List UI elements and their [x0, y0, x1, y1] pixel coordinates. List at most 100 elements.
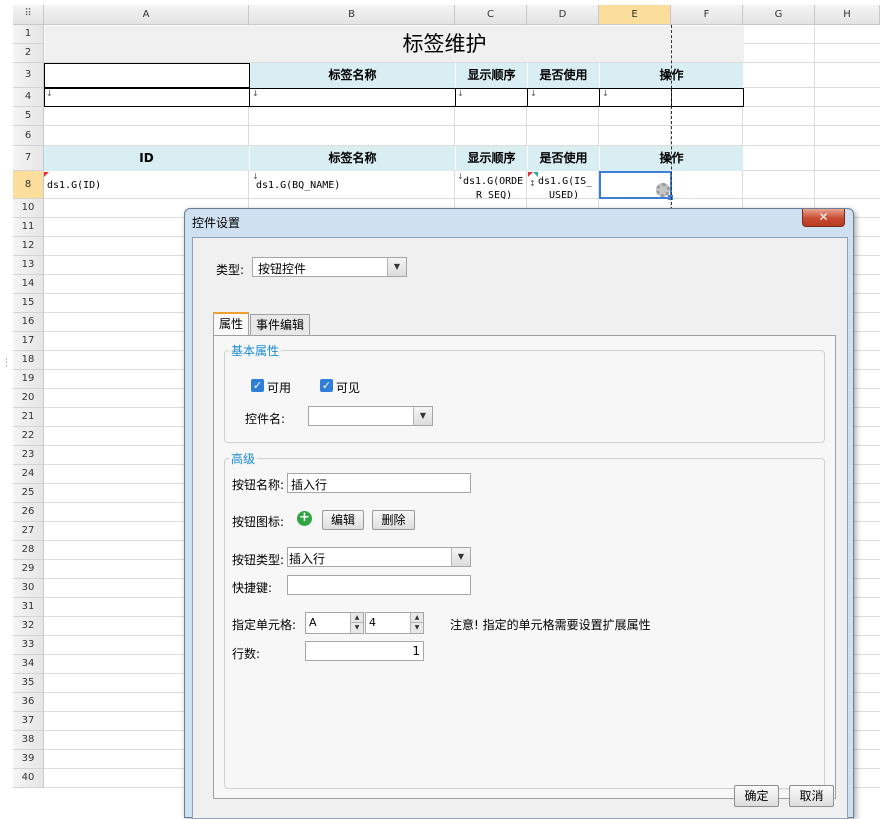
row-header-23[interactable]: 23	[13, 446, 44, 465]
button-type-select[interactable]: 插入行 ▼	[287, 547, 471, 567]
button-name-label: 按钮名称:	[232, 478, 285, 492]
row-header-33[interactable]: 33	[13, 636, 44, 655]
header-id-2[interactable]: ID	[44, 146, 249, 171]
header-order-seq-1[interactable]: 显示顺序	[456, 63, 527, 88]
row-header-1[interactable]: 1	[13, 25, 44, 44]
row-header-29[interactable]: 29	[13, 560, 44, 579]
spinner-down-icon[interactable]: ▼	[410, 623, 423, 633]
row-header-2[interactable]: 2	[13, 44, 44, 63]
row-header-40[interactable]: 40	[13, 769, 44, 788]
row-header-4[interactable]: 4	[13, 88, 44, 107]
row-header-39[interactable]: 39	[13, 750, 44, 769]
add-icon[interactable]: +	[297, 511, 312, 526]
row-header-7[interactable]: 7	[13, 146, 44, 171]
row-header-17[interactable]: 17	[13, 332, 44, 351]
row-header-16[interactable]: 16	[13, 313, 44, 332]
header-order-seq-2[interactable]: 显示顺序	[456, 146, 527, 171]
row-header-13[interactable]: 13	[13, 256, 44, 275]
select-all-corner[interactable]: ⠿	[13, 5, 44, 25]
row-header-25[interactable]: 25	[13, 484, 44, 503]
dialog-body: 类型: 按钮控件 ▼ 属性 事件编辑 基本属性 ✓ 可用 ✓ 可见 控件名: ▼…	[192, 237, 848, 819]
button-icon-label: 按钮图标:	[232, 515, 285, 529]
row-header-38[interactable]: 38	[13, 731, 44, 750]
spinner-up-icon[interactable]: ▲	[410, 613, 423, 623]
row-header-6[interactable]: 6	[13, 126, 44, 146]
enabled-checkbox[interactable]: ✓	[251, 379, 264, 392]
row-header-5[interactable]: 5	[13, 107, 44, 126]
widget-name-select[interactable]: ▼	[308, 406, 433, 426]
row-header-32[interactable]: 32	[13, 617, 44, 636]
row4-input-cells[interactable]	[44, 88, 744, 107]
column-header-e[interactable]: E	[599, 5, 671, 25]
row-header-18[interactable]: 18	[13, 351, 44, 370]
dialog-title: 控件设置	[192, 216, 241, 230]
header-bq-name-2[interactable]: 标签名称	[250, 146, 455, 171]
target-cell-column-spinner[interactable]: A ▲ ▼	[305, 612, 364, 634]
cancel-button[interactable]: 取消	[789, 785, 834, 807]
expand-arrow-icon: ↓	[457, 89, 464, 98]
button-name-input[interactable]: 插入行	[287, 473, 471, 493]
row-header-22[interactable]: 22	[13, 427, 44, 446]
column-header-h[interactable]: H	[815, 5, 880, 25]
row-header-35[interactable]: 35	[13, 674, 44, 693]
cell-order-seq-formula-1[interactable]: ds1.G(ORDE	[463, 176, 527, 187]
row-gridline	[44, 125, 880, 126]
cell-is-used-formula-1[interactable]: ds1.G(IS_	[538, 176, 598, 187]
chevron-down-icon[interactable]: ▼	[413, 407, 432, 425]
row-header-24[interactable]: 24	[13, 465, 44, 484]
chevron-down-icon[interactable]: ▼	[387, 258, 406, 276]
row-header-12[interactable]: 12	[13, 237, 44, 256]
enabled-label: 可用	[267, 381, 292, 395]
spinner-down-icon[interactable]: ▼	[350, 623, 363, 633]
row4-divider-d	[527, 88, 528, 107]
row-header-34[interactable]: 34	[13, 655, 44, 674]
column-header-d[interactable]: D	[527, 5, 599, 25]
ok-button[interactable]: 确定	[734, 785, 779, 807]
row-header-20[interactable]: 20	[13, 389, 44, 408]
row-header-14[interactable]: 14	[13, 275, 44, 294]
header-bq-name-1[interactable]: 标签名称	[250, 63, 455, 88]
visible-checkbox[interactable]: ✓	[320, 379, 333, 392]
column-header-c[interactable]: C	[455, 5, 527, 25]
spinner-up-icon[interactable]: ▲	[350, 613, 363, 623]
tab-event-edit[interactable]: 事件编辑	[250, 314, 310, 336]
row-header-30[interactable]: 30	[13, 579, 44, 598]
row-header-27[interactable]: 27	[13, 522, 44, 541]
chevron-down-icon[interactable]: ▼	[451, 548, 470, 566]
row-header-11[interactable]: 11	[13, 218, 44, 237]
row-header-36[interactable]: 36	[13, 693, 44, 712]
column-header-g[interactable]: G	[743, 5, 815, 25]
header-is-used-2[interactable]: 是否使用	[528, 146, 599, 171]
row-header-19[interactable]: 19	[13, 370, 44, 389]
row-header-31[interactable]: 31	[13, 598, 44, 617]
target-cell-row-value: 4	[369, 616, 376, 629]
target-cell-note: 注意! 指定的单元格需要设置扩展属性	[450, 618, 651, 632]
row-header-37[interactable]: 37	[13, 712, 44, 731]
row-header-26[interactable]: 26	[13, 503, 44, 522]
row-header-10[interactable]: 10	[13, 199, 44, 218]
row3-a-cell[interactable]	[44, 63, 250, 88]
basic-properties-group: 基本属性 ✓ 可用 ✓ 可见 控件名: ▼	[224, 342, 825, 443]
row-header-3[interactable]: 3	[13, 63, 44, 88]
edit-icon-button[interactable]: 编辑	[322, 510, 364, 530]
row-header-21[interactable]: 21	[13, 408, 44, 427]
column-header-a[interactable]: A	[44, 5, 249, 25]
row-header-8[interactable]: 8	[13, 171, 44, 199]
column-header-b[interactable]: B	[249, 5, 455, 25]
type-select[interactable]: 按钮控件 ▼	[252, 257, 407, 277]
target-cell-row-spinner[interactable]: 4 ▲ ▼	[365, 612, 424, 634]
header-is-used-1[interactable]: 是否使用	[528, 63, 599, 88]
tab-properties[interactable]: 属性	[213, 312, 249, 336]
delete-icon-button[interactable]: 删除	[372, 510, 415, 530]
cell-id-formula[interactable]: ds1.G(ID)	[47, 180, 247, 191]
shortcut-input[interactable]	[287, 575, 471, 595]
button-type-label: 按钮类型:	[232, 553, 285, 567]
close-button[interactable]: ✕	[802, 209, 845, 227]
column-header-f[interactable]: F	[671, 5, 743, 25]
expand-arrow-icon: ↓	[46, 89, 53, 98]
rows-input[interactable]: 1	[305, 641, 424, 661]
cell-bq-name-formula[interactable]: ds1.G(BQ_NAME)	[256, 180, 451, 191]
row-header-28[interactable]: 28	[13, 541, 44, 560]
row-header-15[interactable]: 15	[13, 294, 44, 313]
splitter-handle[interactable]: ⋮	[2, 359, 11, 378]
